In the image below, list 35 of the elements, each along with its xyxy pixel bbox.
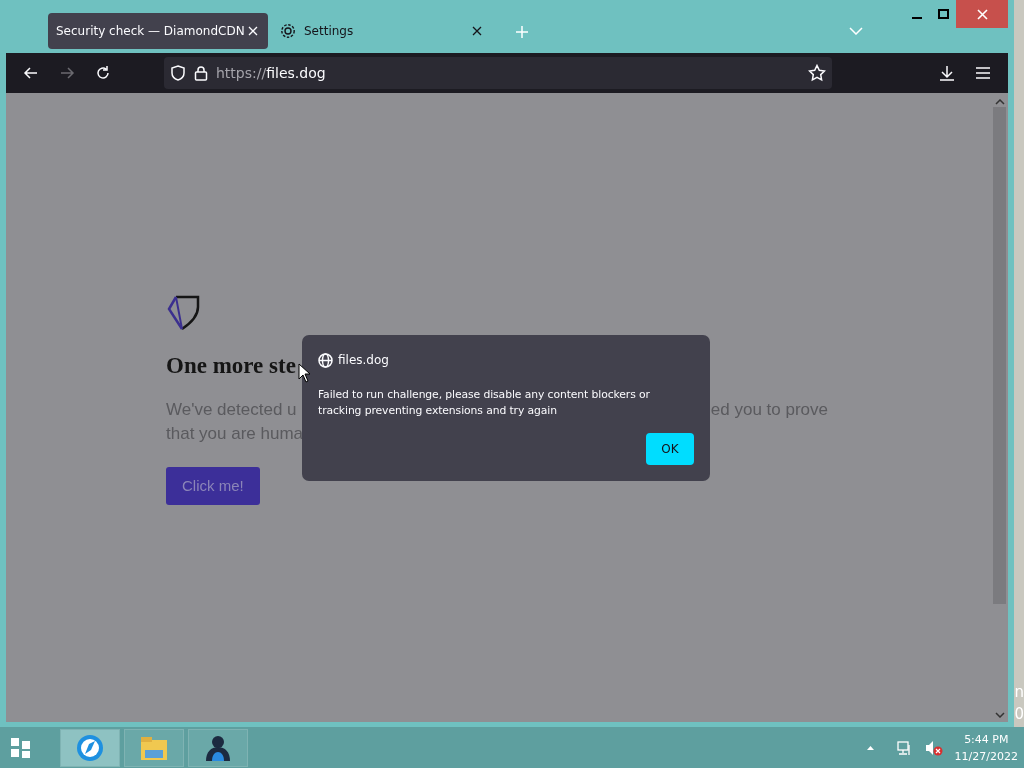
start-icon[interactable]: [10, 736, 32, 759]
dialog-origin: files.dog: [338, 352, 389, 369]
cursor-icon: [298, 363, 310, 383]
url-text: https://files.dog: [216, 63, 326, 83]
gear-icon: [280, 23, 296, 39]
browser-tab[interactable]: Settings: [272, 13, 492, 49]
menu-icon[interactable]: [975, 66, 992, 80]
scrollbar-thumb[interactable]: [993, 107, 1007, 604]
download-icon[interactable]: [938, 64, 957, 82]
ok-button[interactable]: OK: [646, 433, 694, 465]
caret-up-icon[interactable]: [865, 744, 875, 751]
minimize-icon: [912, 17, 923, 19]
star-icon[interactable]: [808, 64, 826, 82]
address-bar[interactable]: https://files.dog: [164, 57, 832, 89]
dialog-message: Failed to run challenge, please disable any content blockers or tracking preventing extensions and try again: [318, 387, 651, 419]
close-tab-icon[interactable]: [472, 26, 482, 36]
browser-tab[interactable]: Security check — DiamondCDN: [48, 13, 268, 49]
desktop-text: 0: [1014, 704, 1024, 725]
shield-logo-icon: [166, 293, 200, 331]
maximize-icon: [937, 9, 949, 19]
taskbar-app[interactable]: [188, 728, 248, 767]
speaker-icon[interactable]: [924, 739, 943, 756]
globe-icon: [318, 352, 333, 368]
desktop-text: n: [1014, 682, 1024, 703]
browser-icon: [76, 733, 104, 762]
shield-icon: [170, 65, 186, 81]
scroll-up-icon[interactable]: [994, 99, 1005, 105]
network-icon[interactable]: [896, 739, 913, 756]
close-icon: [976, 8, 988, 20]
person-icon: [204, 733, 232, 762]
taskbar-app[interactable]: [60, 728, 120, 767]
lock-icon: [194, 65, 208, 81]
page-heading: One more ste: [166, 352, 296, 380]
scroll-down-icon[interactable]: [994, 712, 1005, 718]
reload-icon[interactable]: [94, 64, 112, 82]
